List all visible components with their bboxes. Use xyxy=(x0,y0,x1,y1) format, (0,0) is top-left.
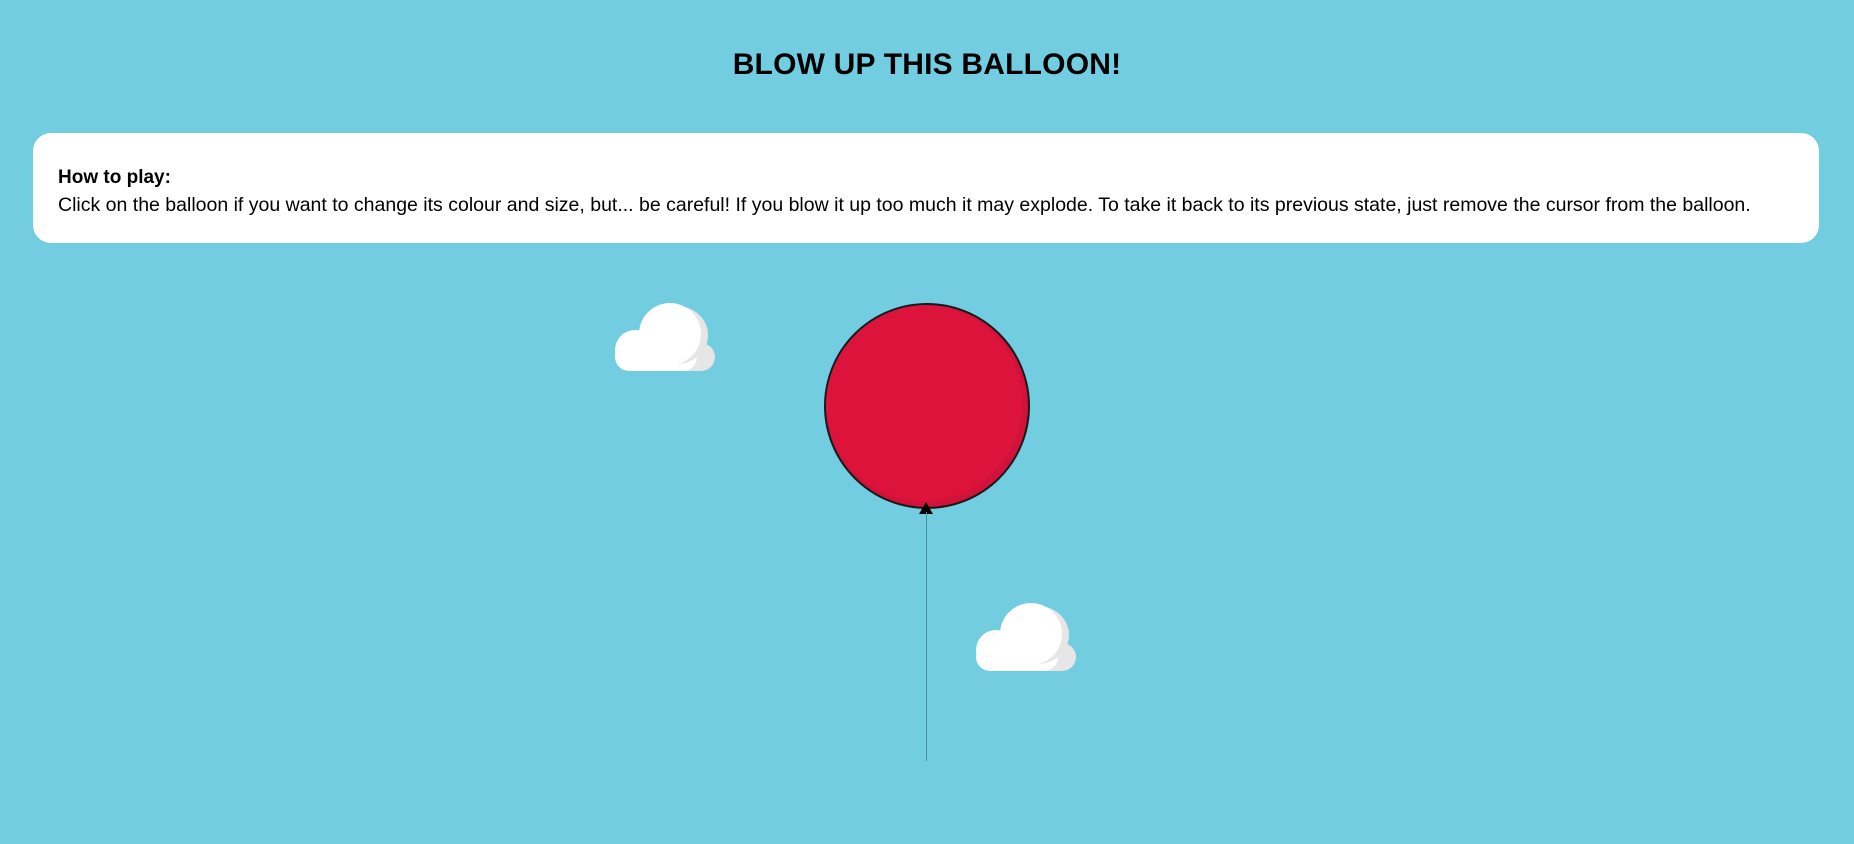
balloon-area xyxy=(824,303,1030,761)
cloud-icon xyxy=(615,303,717,371)
page-title: BLOW UP THIS BALLOON! xyxy=(732,48,1122,81)
balloon-string xyxy=(926,512,927,761)
instructions-text: Click on the balloon if you want to chan… xyxy=(58,194,1751,216)
instructions-panel: How to play: Click on the balloon if you… xyxy=(33,133,1819,243)
balloon-highlight xyxy=(826,305,1022,501)
balloon[interactable] xyxy=(824,303,1030,509)
instructions-heading: How to play: xyxy=(58,167,171,188)
